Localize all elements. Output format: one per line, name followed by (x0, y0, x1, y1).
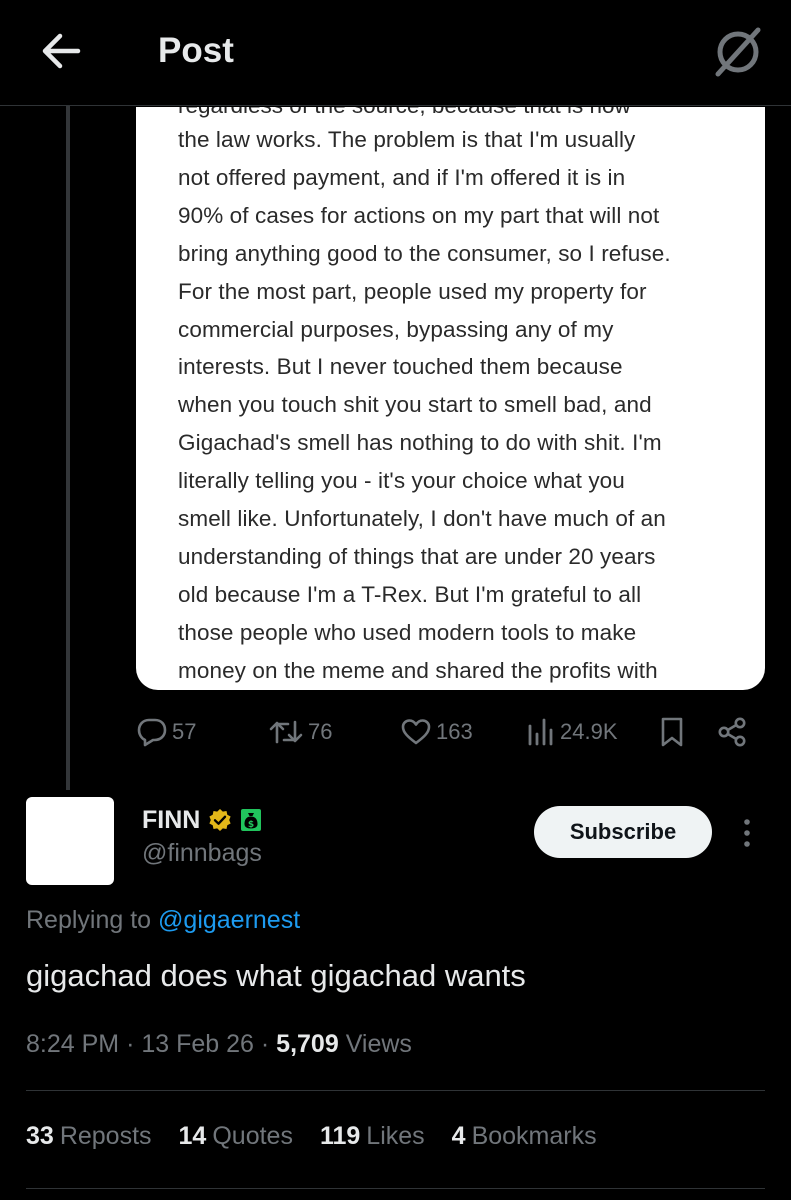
avatar[interactable] (26, 797, 114, 885)
bookmark-button[interactable] (658, 708, 686, 756)
reply-text: gigachad does what gigachad wants (26, 958, 526, 993)
card-text-line: bring anything good to the consumer, so … (178, 240, 671, 266)
post-image-text-card[interactable]: regardless of the source, because that i… (136, 107, 765, 690)
divider (26, 1188, 765, 1189)
bookmark-icon (658, 716, 686, 748)
author-name-row: FINN $ (142, 804, 262, 836)
like-button[interactable]: 163 (400, 708, 473, 756)
card-text-line: literally telling you - it's your choice… (178, 468, 625, 494)
stat-reposts-label: Reposts (59, 1122, 152, 1150)
replying-to-line: Replying to @gigaernest (26, 906, 300, 935)
card-text-line: when you touch shit you start to smell b… (178, 392, 652, 418)
post-views-count: 5,709 (276, 1030, 339, 1058)
more-options-icon[interactable] (734, 814, 760, 852)
grok-icon[interactable] (710, 24, 766, 80)
post-time[interactable]: 8:24 PM (26, 1030, 119, 1058)
subscribe-button[interactable]: Subscribe (534, 806, 712, 858)
post-date[interactable]: 13 Feb 26 (141, 1030, 254, 1058)
replying-to-mention[interactable]: @gigaernest (158, 906, 300, 934)
back-arrow-icon[interactable] (38, 28, 84, 74)
meta-separator: · (126, 1030, 135, 1058)
card-text-body: the law works. The problem is that I'm u… (178, 121, 758, 690)
card-text-line: money on the meme and shared the profits… (178, 657, 658, 683)
views-count: 24.9K (560, 719, 618, 744)
post-views-label: Views (345, 1030, 412, 1058)
card-text-line: 90% of cases for actions on my part that… (178, 202, 660, 228)
like-count: 163 (436, 719, 473, 744)
page-title: Post (158, 31, 234, 70)
top-bar: Post (0, 0, 791, 106)
stat-likes-label: Likes (366, 1122, 425, 1150)
post-action-bar: 57 76 163 24.9K (0, 708, 791, 756)
views-button[interactable]: 24.9K (526, 708, 618, 756)
share-icon (716, 716, 748, 748)
card-text-line: interests. But I never touched them beca… (178, 354, 623, 380)
card-text-line: Gigachad's smell has nothing to do with … (178, 430, 662, 456)
stat-quotes-count: 14 (178, 1122, 207, 1150)
money-bag-icon: $ (240, 808, 262, 832)
stat-bookmarks-count: 4 (451, 1122, 466, 1150)
reply-icon (136, 716, 168, 748)
card-text-line: the law works. The problem is that I'm u… (178, 127, 636, 152)
stat-quotes[interactable]: 14 Quotes (179, 1122, 293, 1151)
analytics-bars-icon (526, 716, 556, 748)
stat-likes-count: 119 (319, 1122, 361, 1150)
thread-connector-line (66, 106, 70, 790)
stat-likes[interactable]: 119 Likes (320, 1122, 425, 1151)
post-meta: 8:24 PM · 13 Feb 26 · 5,709 Views (26, 1030, 412, 1059)
card-text-line: old because I'm a T-Rex. But I'm gratefu… (178, 581, 642, 607)
heart-icon (400, 716, 432, 748)
stat-bookmarks[interactable]: 4 Bookmarks (452, 1122, 597, 1151)
card-text-line: commercial purposes, bypassing any of my (178, 316, 614, 342)
reply-button[interactable]: 57 (136, 708, 196, 756)
repost-icon (268, 716, 304, 748)
stat-reposts-count: 33 (26, 1122, 54, 1150)
card-text-line: understanding of things that are under 2… (178, 543, 656, 569)
engagement-stats: 33 Reposts 14 Quotes 119 Likes 4 Bookmarks (26, 1122, 624, 1151)
author-handle[interactable]: @finnbags (142, 839, 262, 868)
stat-quotes-label: Quotes (212, 1122, 293, 1150)
stat-reposts[interactable]: 33 Reposts (26, 1122, 152, 1151)
repost-count: 76 (308, 719, 333, 744)
card-text-line: smell like. Unfortunately, I don't have … (178, 506, 666, 532)
card-text-line: those people who used modern tools to ma… (178, 619, 637, 645)
svg-text:$: $ (248, 820, 254, 830)
verified-badge-icon (208, 808, 232, 832)
stat-bookmarks-label: Bookmarks (471, 1122, 597, 1150)
share-button[interactable] (716, 708, 748, 756)
card-text-line: For the most part, people used my proper… (178, 278, 647, 304)
repost-button[interactable]: 76 (268, 708, 332, 756)
card-text-line: not offered payment, and if I'm offered … (178, 164, 626, 190)
replying-to-label: Replying to (26, 906, 152, 934)
reply-count: 57 (172, 719, 197, 744)
meta-separator: · (260, 1030, 270, 1058)
author-name[interactable]: FINN (142, 806, 200, 835)
divider (26, 1090, 765, 1091)
